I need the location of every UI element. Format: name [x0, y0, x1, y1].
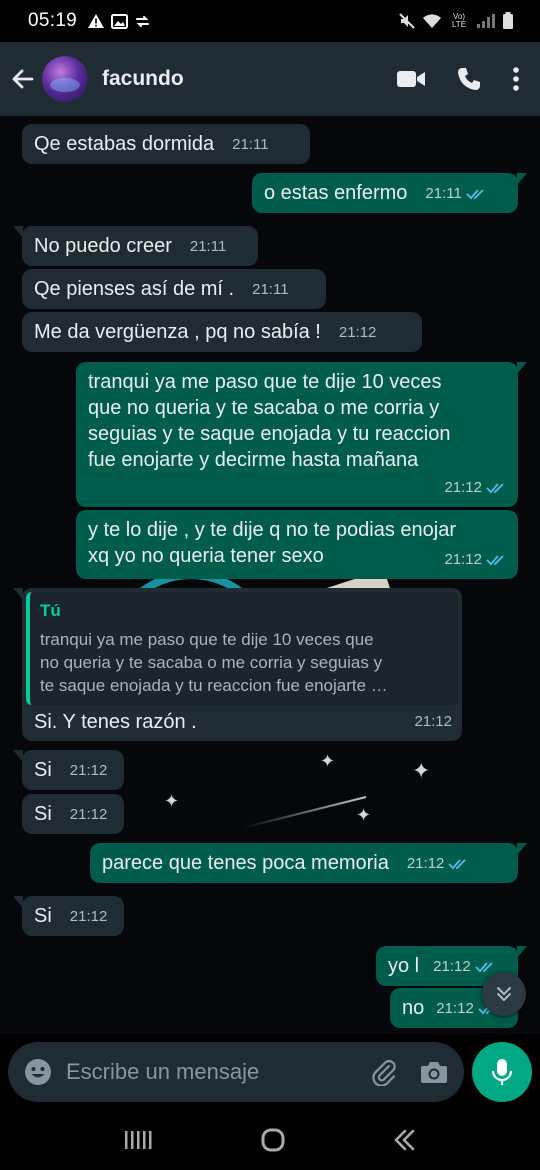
message-time: 21:12 — [444, 479, 482, 496]
emoji-icon[interactable] — [24, 1058, 52, 1086]
more-options-icon[interactable] — [512, 66, 520, 92]
message-text: no — [402, 997, 425, 1019]
message-text: yo l — [388, 955, 420, 977]
message-incoming[interactable]: Si 21:12 — [13, 896, 124, 936]
message-outgoing[interactable]: tranqui ya me paso que te dije 10 veces … — [76, 362, 527, 507]
quote-text: tranqui ya me paso que te dije 10 veces … — [40, 630, 388, 695]
star-icon: ✦ — [412, 758, 431, 783]
video-call-icon[interactable] — [396, 68, 426, 90]
message-time: 21:12 — [433, 958, 471, 975]
phone-icon[interactable] — [456, 66, 482, 92]
back-button[interactable] — [6, 62, 40, 96]
sync-icon — [136, 15, 150, 27]
message-text: Si — [34, 759, 52, 781]
message-text: Me da vergüenza , pq no sabía ! — [34, 321, 321, 343]
message-input-box[interactable] — [8, 1042, 464, 1102]
message-incoming[interactable]: Me da vergüenza , pq no sabía ! 21:12 — [22, 312, 422, 352]
signal-icon — [477, 14, 495, 28]
message-text: o estas enfermo — [264, 182, 408, 204]
message-time: 21:11 — [252, 281, 289, 298]
home-icon[interactable] — [260, 1127, 286, 1153]
message-time: 21:11 — [425, 185, 462, 202]
voice-message-button[interactable] — [472, 1042, 532, 1102]
recent-apps-icon[interactable] — [123, 1129, 155, 1151]
star-icon: ✦ — [164, 791, 180, 811]
message-text: parece que tenes poca memoria — [102, 852, 389, 874]
warning-icon — [88, 14, 105, 28]
microphone-icon — [491, 1059, 513, 1085]
message-time: 21:12 — [414, 713, 452, 730]
message-time: 21:12 — [69, 762, 108, 779]
message-time: 21:12 — [406, 855, 445, 872]
camera-icon[interactable] — [420, 1060, 448, 1084]
message-time: 21:12 — [436, 1000, 474, 1017]
message-text: Si — [34, 905, 52, 927]
status-bar: 05:19 Vo) LTE — [0, 0, 540, 42]
message-outgoing[interactable]: o estas enfermo 21:11 — [252, 173, 527, 213]
message-time: 21:12 — [69, 806, 108, 823]
quote-author: Tú — [40, 601, 61, 620]
gallery-icon — [111, 13, 129, 29]
quoted-message[interactable]: Tú tranqui ya me paso que te dije 10 vec… — [26, 592, 458, 705]
star-icon: ✦ — [356, 805, 372, 825]
message-time: 21:12 — [338, 324, 377, 341]
system-nav-bar — [0, 1110, 540, 1170]
paperclip-icon[interactable] — [370, 1058, 398, 1086]
message-text: Si. Y tenes razón . — [34, 711, 197, 733]
star-icon: ✦ — [320, 751, 336, 771]
contact-avatar[interactable] — [42, 56, 88, 102]
double-check-read-icon — [475, 962, 493, 973]
battery-icon — [503, 12, 513, 29]
shooting-star — [241, 796, 367, 829]
double-check-read-icon — [448, 859, 467, 870]
arrow-left-icon — [12, 69, 34, 89]
message-time: 21:12 — [69, 908, 108, 925]
message-text: tranqui ya me paso que te dije 10 veces … — [88, 371, 451, 471]
message-text: Qe pienses así de mí . — [34, 278, 235, 300]
message-incoming[interactable]: No puedo creer 21:11 — [13, 226, 258, 266]
message-incoming[interactable]: Si 21:12 — [13, 750, 124, 790]
back-nav-icon[interactable] — [391, 1127, 417, 1153]
double-check-read-icon — [466, 189, 484, 200]
network-type: Vo) LTE — [451, 12, 467, 29]
message-incoming[interactable]: Qe pienses así de mí . 21:11 — [22, 269, 326, 309]
status-time: 05:19 — [28, 10, 78, 31]
contact-name[interactable]: facundo — [102, 67, 184, 91]
chat-header: facundo — [0, 42, 540, 116]
composer — [0, 1034, 540, 1110]
message-incoming-reply[interactable]: Tú tranqui ya me paso que te dije 10 vec… — [13, 588, 462, 741]
scroll-to-bottom-button[interactable] — [482, 972, 526, 1016]
message-outgoing[interactable]: parece que tenes poca memoria 21:12 — [90, 843, 527, 883]
message-time: 21:11 — [189, 238, 227, 255]
message-text: Qe estabas dormida — [34, 133, 215, 155]
double-check-read-icon — [486, 483, 504, 494]
message-outgoing[interactable]: y te lo dije , y te dije q no te podias … — [76, 510, 518, 579]
message-time: 21:11 — [232, 136, 269, 153]
mute-icon — [399, 13, 415, 29]
message-incoming[interactable]: Qe estabas dormida 21:11 — [22, 124, 310, 164]
message-incoming[interactable]: Si 21:12 — [22, 794, 124, 834]
double-check-read-icon — [486, 555, 504, 566]
message-text: No puedo creer — [34, 235, 172, 257]
chat-area[interactable]: ✦ ✦ ✦ ✦ ✦ Qe estabas dormida 21:11 o est… — [0, 116, 540, 1034]
message-time: 21:12 — [444, 551, 482, 568]
wifi-icon — [423, 14, 441, 28]
double-chevron-down-icon — [497, 987, 511, 1001]
message-text: Si — [34, 803, 52, 825]
message-input[interactable] — [66, 1059, 336, 1085]
